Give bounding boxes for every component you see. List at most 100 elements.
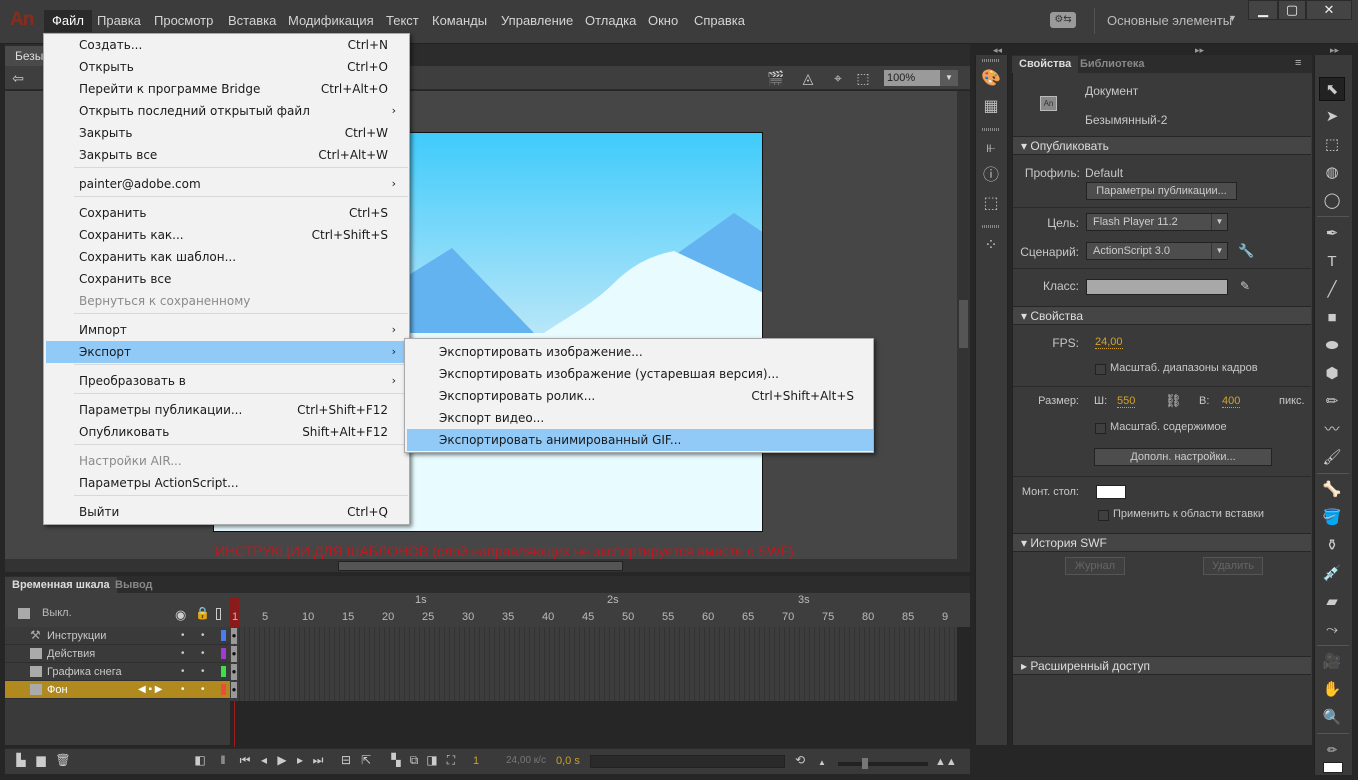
width-value[interactable]: 550 [1117,395,1136,408]
layer-row[interactable]: Фон ◀ ▪ ▶ • • [5,681,230,699]
section-publish[interactable]: ▾ Опубликовать [1013,136,1311,155]
horizontal-scroll-thumb[interactable] [338,561,623,571]
visibility-toggle[interactable]: • [181,663,185,681]
keyframe[interactable]: ● [231,646,237,662]
visibility-toggle[interactable]: • [181,627,185,645]
layer-row[interactable]: ⚒ Инструкции • • [5,627,230,645]
script-select[interactable]: ActionScript 3.0 ▼ [1086,242,1228,260]
swatches-icon[interactable]: ▦ [980,96,1002,118]
3d-rotation-tool-icon[interactable]: ◍ [1319,161,1345,185]
timeline-zoom-knob[interactable] [862,758,868,769]
lock-toggle[interactable]: • [201,627,205,645]
log-button[interactable]: Журнал [1065,557,1125,575]
rectangle-tool-icon[interactable]: ■ [1319,306,1345,330]
target-select[interactable]: Flash Player 11.2 ▼ [1086,213,1228,231]
tab-library[interactable]: Библиотека [1073,56,1152,73]
scale-spans-checkbox[interactable] [1095,364,1106,375]
menu-view[interactable]: Просмотр [146,10,221,32]
menu-help[interactable]: Справка [686,10,753,32]
file-menu-item[interactable]: Сохранить как... Ctrl+Shift+S [46,224,407,246]
keyframe[interactable]: ● [231,628,237,644]
edit-class-pencil-icon[interactable]: ✎ [1240,279,1250,293]
apply-paste-checkbox[interactable] [1098,510,1109,521]
visibility-toggle[interactable]: • [181,681,185,699]
timeline-zoom-slider[interactable] [838,762,928,766]
tab-properties[interactable]: Свойства [1012,56,1079,73]
hand-tool-icon[interactable]: ✋ [1319,678,1345,702]
panel-menu-icon[interactable]: ≡ [1295,57,1301,69]
layer-name[interactable]: Действия [47,645,95,663]
current-frame[interactable]: 1 [473,755,479,767]
first-frame-icon[interactable]: ⏮ [237,753,253,768]
tab-output[interactable]: Вывод [108,577,160,593]
pencil-tool-icon[interactable]: ✏ [1319,390,1345,414]
file-menu-item[interactable]: Сохранить все [46,268,407,290]
oval-tool-icon[interactable]: ⬬ [1319,334,1345,358]
layer-color-swatch[interactable] [221,648,226,659]
menu-text[interactable]: Текст [378,10,427,32]
zoom-in-icon[interactable]: ▲▲ [935,756,957,768]
lock-toggle[interactable]: • [201,663,205,681]
class-field[interactable] [1086,279,1228,295]
fill-color-swatch[interactable] [1323,762,1343,773]
transform-icon[interactable]: ⬚ [980,193,1002,215]
visibility-toggle[interactable]: • [181,645,185,663]
center-frame-icon[interactable]: ⛶ [443,753,459,768]
delete-button[interactable]: Удалить [1203,557,1263,575]
wrench-icon[interactable]: 🔧 [1238,243,1254,259]
tab-timeline[interactable]: Временная шкала [5,577,117,593]
onion-outline-icon[interactable]: ▚ [388,753,404,767]
text-tool-icon[interactable]: T [1319,250,1345,274]
prev-frame-icon[interactable]: ◂ [256,753,272,767]
info-icon[interactable]: ⓘ [980,165,1002,187]
collapse-icon[interactable]: ◂◂ [993,45,1002,56]
new-folder-icon[interactable]: ▆ [33,753,49,767]
lock-toggle[interactable]: • [201,681,205,699]
file-menu-item[interactable]: Сохранить как шаблон... [46,246,407,268]
menu-control[interactable]: Управление [493,10,581,32]
file-menu-item[interactable]: painter@adobe.com › [46,173,407,195]
maximize-button[interactable]: ▢ [1278,0,1306,20]
file-menu-item[interactable]: Экспорт › [46,341,407,363]
panel-grip[interactable] [982,225,1000,228]
next-frame-icon[interactable]: ▸ [292,753,308,767]
layer-color-swatch[interactable] [221,630,226,641]
play-icon[interactable]: ▶ [274,753,290,767]
layer-name[interactable]: Фон [47,681,68,699]
layer-name[interactable]: Графика снега [47,663,122,681]
layer-row[interactable]: Действия • • [5,645,230,663]
clip-content-icon[interactable]: ⬚ [853,69,873,87]
stroke-color-icon[interactable]: ✏ [1319,738,1345,762]
sync-settings-icon[interactable]: ⚙⇆ [1050,12,1076,28]
menu-edit[interactable]: Правка [89,10,149,32]
frame-rate[interactable]: 24,00 к/с [506,755,546,766]
section-advanced-access[interactable]: ▸ Расширенный доступ [1013,656,1311,675]
outline-icon[interactable] [216,608,221,620]
keyframe[interactable]: ● [231,682,237,698]
align-icon[interactable]: ⫦ [980,137,1002,159]
layer-color-swatch[interactable] [221,666,226,677]
lasso-tool-icon[interactable]: ◯ [1319,189,1345,213]
zoom-dropdown-icon[interactable]: ▼ [940,70,958,86]
edit-scene-icon[interactable]: 🎬 [766,69,786,87]
close-button[interactable]: ✕ [1306,0,1352,20]
color-palette-icon[interactable]: 🎨 [980,68,1002,90]
panel-grip[interactable] [982,128,1000,131]
file-menu-item[interactable]: Открыть последний открытый файл › [46,100,407,122]
export-menu-item[interactable]: Экспортировать изображение... [407,341,873,363]
menu-file[interactable]: Файл [44,10,92,32]
ink-bottle-tool-icon[interactable]: ⚱ [1319,534,1345,558]
chevron-down-icon[interactable]: ▼ [1228,13,1237,23]
document-name[interactable]: Безымянный-2 [1085,113,1167,127]
eyedropper-tool-icon[interactable]: 💉 [1319,562,1345,586]
minimize-button[interactable]: ▁ [1248,0,1278,20]
bone-tool-icon[interactable]: 🦴 [1319,478,1345,502]
scale-content-checkbox[interactable] [1095,423,1106,434]
file-menu-item[interactable]: Сохранить Ctrl+S [46,202,407,224]
file-menu-item[interactable]: Открыть Ctrl+O [46,56,407,78]
rewind-icon[interactable]: ⟲ [792,753,808,767]
workspace-switcher[interactable]: Основные элементы [1107,13,1232,28]
section-swf-history[interactable]: ▾ История SWF [1013,533,1311,552]
file-menu-item[interactable]: Параметры публикации... Ctrl+Shift+F12 [46,399,407,421]
selection-tool-icon[interactable]: ⬉ [1319,77,1345,101]
